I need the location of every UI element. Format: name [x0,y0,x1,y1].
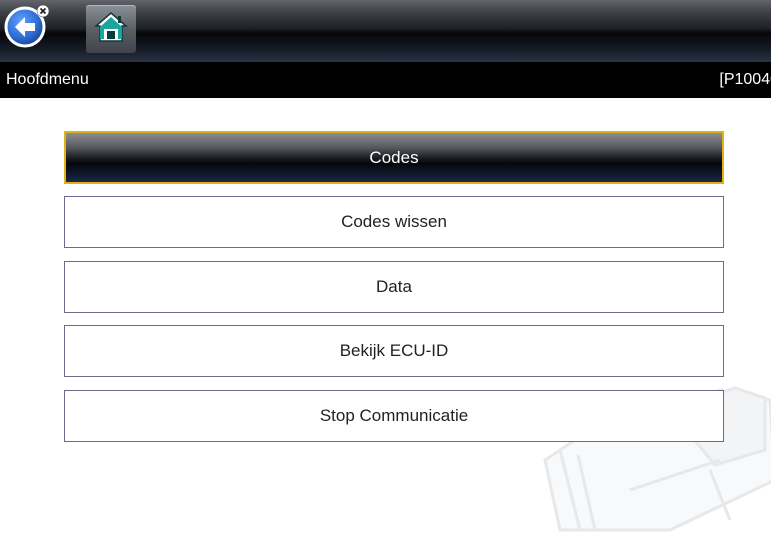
menu-item-label: Stop Communicatie [319,406,469,425]
title-bar: Hoofdmenu [P10040 [0,62,771,98]
vehicle-code: [P10040 [719,71,771,88]
menu-item-stop-communicatie[interactable]: Stop Communicatie [64,390,724,442]
menu-item-label: Bekijk ECU-ID [339,341,449,360]
menu-item-label: Data [376,277,412,296]
back-button[interactable] [3,4,51,52]
menu-item-bekijk-ecu-id[interactable]: Bekijk ECU-ID [64,325,724,377]
menu-item-codes[interactable]: Codes [64,131,724,184]
menu-item-codes-wissen[interactable]: Codes wissen [64,196,724,248]
home-button[interactable] [86,5,136,53]
menu-item-label: Codes wissen [341,212,447,231]
menu-item-label: Codes [369,147,419,167]
top-toolbar [0,0,771,62]
home-icon [93,11,129,48]
menu-item-data[interactable]: Data [64,261,724,313]
page-title: Hoofdmenu [6,71,89,88]
back-arrow-icon [3,2,51,55]
